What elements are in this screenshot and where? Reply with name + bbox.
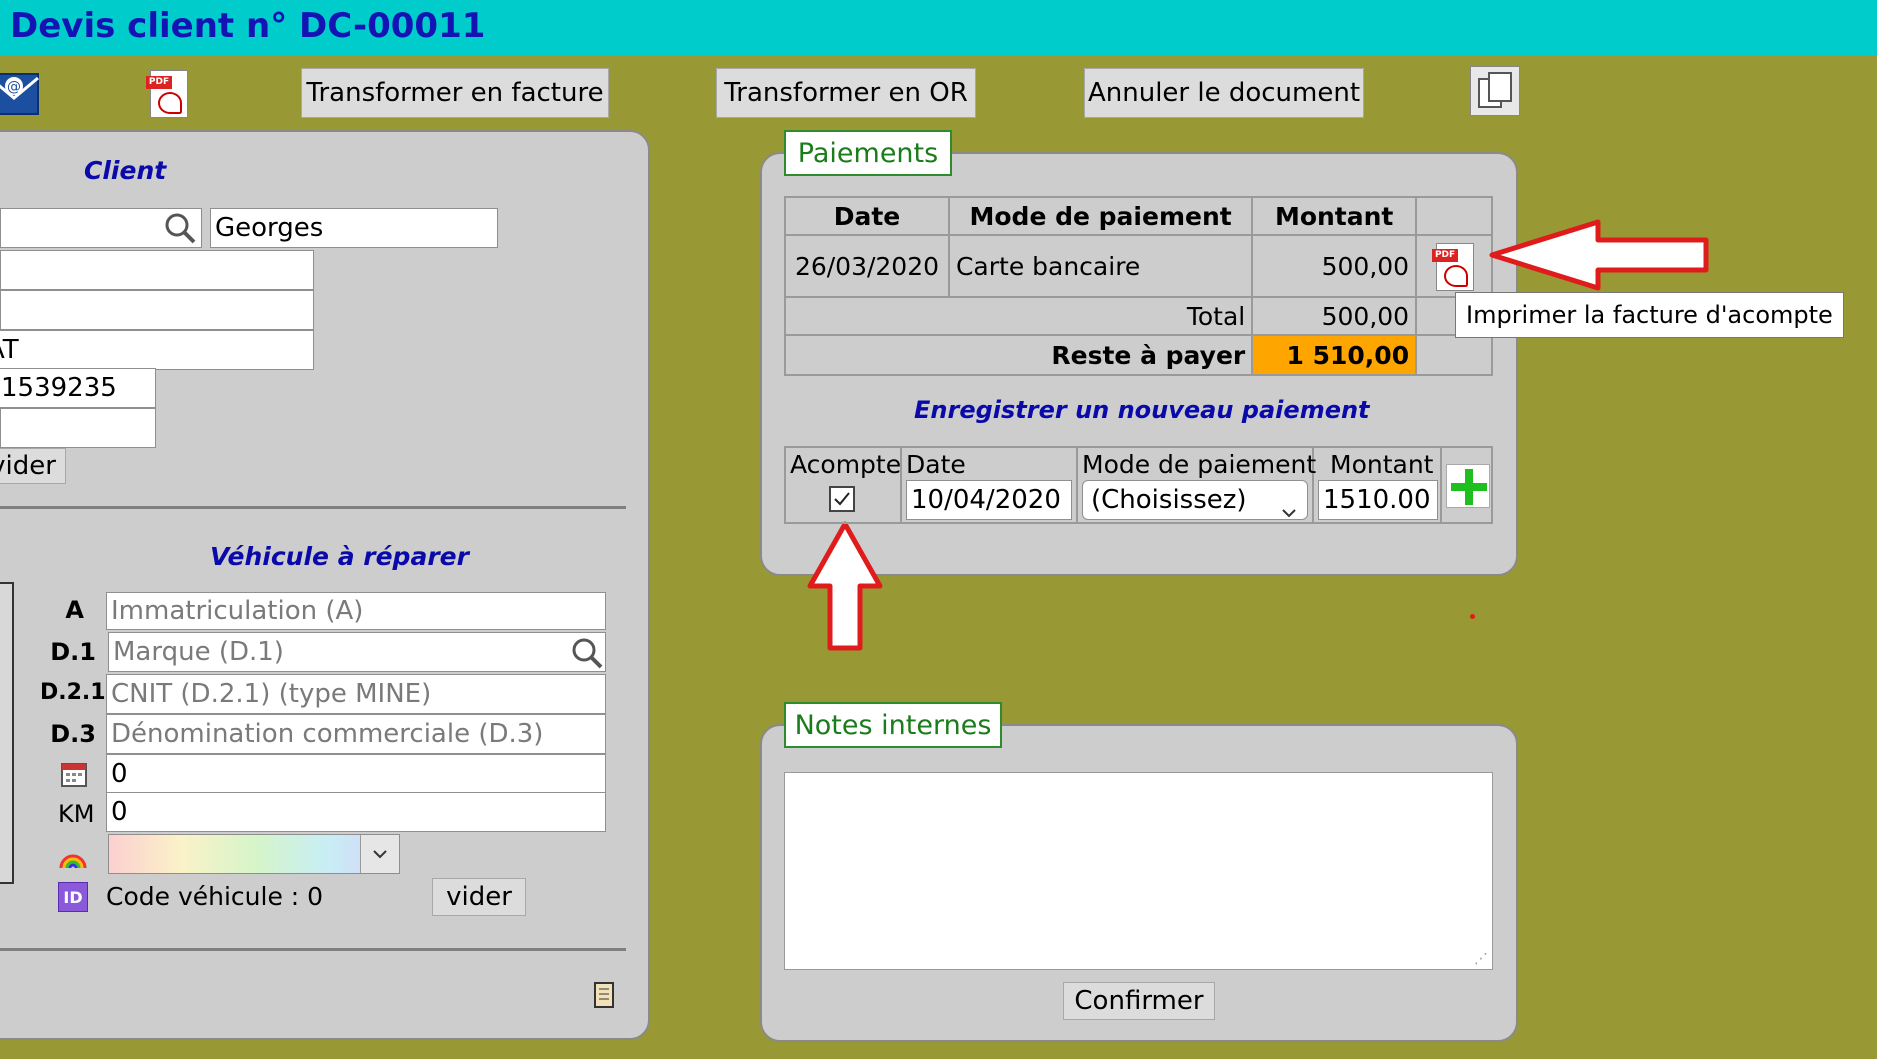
mileage-input[interactable]: 0 [106, 792, 606, 832]
payment-mode-select[interactable]: (Choisissez) [1082, 480, 1308, 520]
title-bar: Devis client n° DC-00011 [0, 0, 1877, 56]
vehicle-code: Code véhicule : 0 [106, 882, 323, 911]
label-d3: D.3 [50, 720, 96, 748]
client-field-3[interactable]: AT [0, 330, 314, 370]
client-field-2[interactable] [0, 290, 314, 330]
commercial-name-input[interactable]: Dénomination commerciale (D.3) [106, 714, 606, 754]
client-section-title: Client [84, 156, 167, 185]
total-row: Total 500,00 [783, 296, 1493, 336]
new-mode-label: Mode de paiement [1082, 450, 1317, 479]
new-amount-input[interactable]: 1510.00 [1318, 480, 1438, 520]
payments-tab[interactable]: Paiements [784, 130, 952, 176]
id-icon: ID [58, 882, 88, 912]
vehicle-section-title: Véhicule à réparer [210, 542, 469, 571]
arrow-left-annotation [1489, 219, 1709, 291]
total-label: Total [783, 296, 1254, 336]
chevron-down-icon[interactable] [360, 835, 399, 873]
vehicle-code-value: 0 [307, 882, 324, 911]
client-field-1[interactable] [0, 250, 314, 290]
pdf-icon[interactable]: PDF [1430, 241, 1478, 291]
payment-mode-cell: Carte bancaire [947, 234, 1254, 298]
cnit-input[interactable]: CNIT (D.2.1) (type MINE) [106, 674, 606, 714]
column-header-date: Date [784, 196, 950, 236]
payment-amount-cell: 500,00 [1251, 234, 1418, 298]
new-payment-title: Enregistrer un nouveau paiement [914, 396, 1370, 424]
cancel-document-button[interactable]: Annuler le document [1084, 68, 1364, 118]
transform-or-button[interactable]: Transformer en OR [716, 68, 976, 118]
column-header-action [1415, 196, 1493, 236]
remaining-row: Reste à payer 1 510,00 [783, 334, 1493, 376]
client-firstname-field[interactable]: Georges [210, 208, 498, 248]
column-header-amount: Montant [1251, 196, 1418, 236]
search-icon[interactable] [570, 636, 604, 674]
transform-invoice-button[interactable]: Transformer en facture [301, 68, 609, 118]
chevron-down-icon [1281, 495, 1297, 519]
divider [0, 506, 626, 509]
deposit-label: Acompte [790, 450, 902, 479]
column-header-mode: Mode de paiement [947, 196, 1254, 236]
label-d21: D.2.1 [40, 680, 106, 705]
svg-text:@: @ [7, 79, 21, 95]
notes-tab[interactable]: Notes internes [784, 702, 1002, 748]
plus-icon [1451, 469, 1487, 505]
rainbow-icon [58, 842, 88, 872]
vehicle-image-frame [0, 582, 14, 884]
table-header-row: Date Mode de paiement Montant [784, 196, 1493, 236]
total-value: 500,00 [1251, 296, 1418, 336]
first-registration-date-input[interactable]: 0 [106, 754, 606, 794]
payment-mode-selected: (Choisissez) [1091, 485, 1247, 515]
duplicate-icon[interactable] [1470, 66, 1520, 116]
vehicle-code-label: Code véhicule : [106, 882, 300, 911]
client-phone-field[interactable]: 1539235 [0, 368, 156, 408]
print-deposit-tooltip: Imprimer la facture d'acompte [1455, 292, 1844, 338]
brand-input[interactable]: Marque (D.1) [108, 632, 606, 672]
table-row: 26/03/2020 Carte bancaire 500,00 PDF [784, 234, 1493, 298]
new-amount-label: Montant [1330, 450, 1434, 479]
deposit-checkbox[interactable] [829, 486, 855, 512]
notes-textarea[interactable]: ⋰ [784, 772, 1493, 970]
arrow-up-annotation [807, 521, 883, 651]
payments-table: Date Mode de paiement Montant 26/03/2020… [783, 196, 1493, 376]
divider [0, 948, 626, 951]
label-d1: D.1 [50, 638, 96, 666]
window-title: Devis client n° DC-00011 [10, 6, 486, 46]
add-payment-button[interactable] [1446, 464, 1490, 508]
resize-handle-icon[interactable]: ⋰ [1474, 951, 1488, 967]
calendar-icon [60, 760, 88, 788]
registration-input[interactable]: Immatriculation (A) [106, 592, 606, 630]
payment-print-cell: PDF [1415, 234, 1493, 298]
vehicle-clear-button[interactable]: vider [432, 878, 526, 916]
search-icon[interactable] [163, 211, 197, 247]
color-select[interactable] [108, 834, 400, 874]
pdf-icon[interactable]: PDF [144, 68, 192, 118]
client-search-input[interactable] [0, 208, 202, 248]
email-icon[interactable]: @ [0, 68, 40, 118]
payment-date-cell: 26/03/2020 [784, 234, 950, 298]
scroll-icon[interactable] [590, 980, 618, 1008]
new-date-input[interactable]: 10/04/2020 [906, 480, 1072, 520]
km-label: KM [58, 800, 95, 828]
client-field-5[interactable] [0, 408, 156, 448]
remaining-value: 1 510,00 [1251, 334, 1418, 376]
red-dot-marker [1470, 614, 1475, 619]
remaining-label: Reste à payer [783, 334, 1254, 376]
label-a: A [65, 596, 84, 624]
new-date-label: Date [906, 450, 966, 479]
client-clear-button[interactable]: vider [0, 448, 66, 484]
confirm-button[interactable]: Confirmer [1063, 982, 1215, 1020]
